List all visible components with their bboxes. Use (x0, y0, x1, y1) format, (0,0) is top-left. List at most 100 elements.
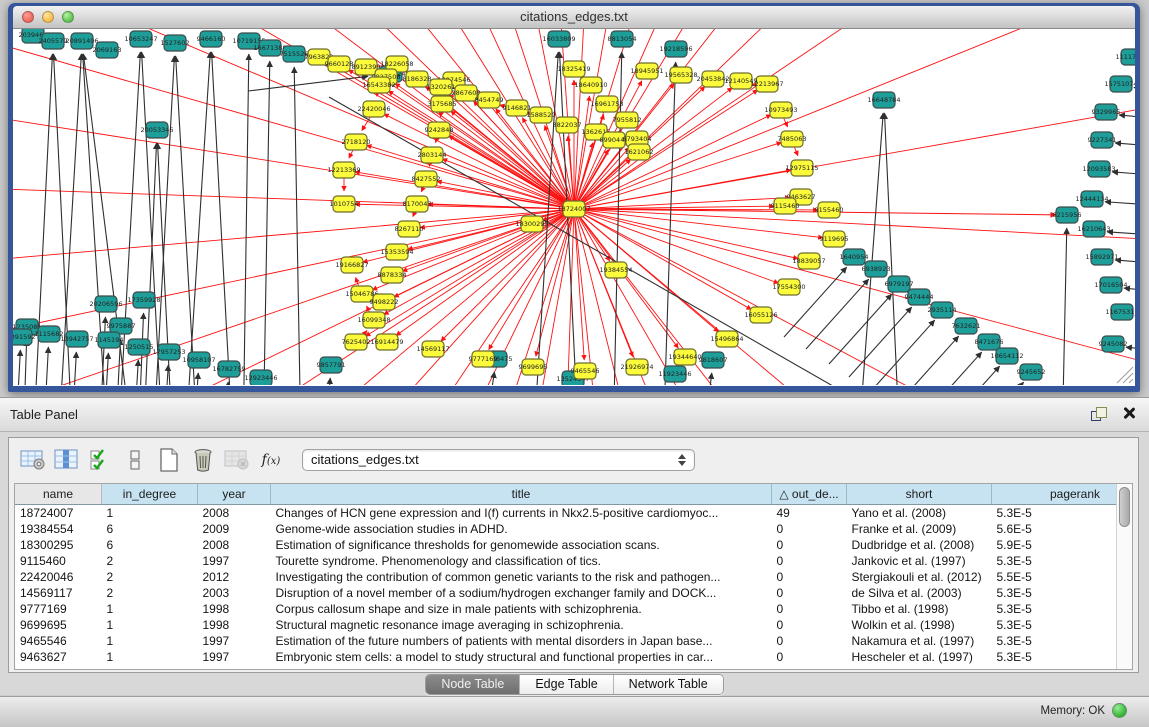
table-cell[interactable]: 0 (772, 569, 847, 585)
table-cell[interactable]: 5.3E-5 (992, 601, 1117, 617)
network-node[interactable]: 15353594 (380, 244, 413, 260)
network-node[interactable]: 2803144 (418, 147, 447, 163)
table-cell[interactable]: Jankovic et al. (1997) (847, 553, 992, 569)
table-cell[interactable]: 1 (102, 505, 198, 522)
table-cell[interactable]: 2 (102, 585, 198, 601)
network-node[interactable]: 8878334 (378, 267, 407, 283)
network-node[interactable]: 9498222 (370, 294, 399, 310)
table-settings-icon[interactable] (18, 445, 48, 475)
zoom-button[interactable] (62, 11, 74, 23)
network-node[interactable]: 9699695 (519, 359, 548, 375)
network-node[interactable]: 12923446 (244, 370, 277, 385)
table-cell[interactable]: 9699695 (15, 617, 102, 633)
table-cell[interactable]: Stergiakouli et al. (2012) (847, 569, 992, 585)
network-node[interactable]: 21926974 (620, 359, 653, 375)
table-cell[interactable]: Estimation of the future numbers of pati… (271, 633, 772, 649)
table-cell[interactable]: 0 (772, 601, 847, 617)
table-cell[interactable]: 5.5E-5 (992, 569, 1117, 585)
network-node[interactable]: 6938923 (862, 261, 891, 277)
table-cell[interactable]: 1997 (198, 649, 271, 665)
table-cell[interactable]: 14569117 (15, 585, 102, 601)
table-cell[interactable]: 0 (772, 553, 847, 569)
network-node[interactable]: 18945951 (630, 63, 663, 79)
table-cell[interactable]: 6 (102, 521, 198, 537)
column-header-name[interactable]: name (15, 484, 102, 505)
network-node[interactable]: 1621062 (625, 144, 654, 160)
network-node[interactable]: 8454749 (475, 92, 504, 108)
table-row[interactable]: 1830029562008Estimation of significance … (15, 537, 1116, 553)
network-node[interactable]: 10653247 (124, 31, 157, 47)
tab-edge-table[interactable]: Edge Table (520, 675, 613, 694)
table-cell[interactable]: Tibbo et al. (1998) (847, 601, 992, 617)
table-cell[interactable]: 2003 (198, 585, 271, 601)
table-row[interactable]: 946362711997Embryonic stem cells: a mode… (15, 649, 1116, 665)
network-node[interactable]: 7485063 (778, 131, 807, 147)
column-header-out_de[interactable]: △ out_de... (772, 484, 847, 505)
network-node[interactable]: 9119695 (820, 231, 849, 247)
table-cell[interactable]: 19384554 (15, 521, 102, 537)
network-node[interactable]: 19565328 (664, 67, 697, 83)
network-node[interactable]: 2935114 (928, 302, 957, 318)
network-window-titlebar[interactable]: citations_edges.txt (13, 6, 1135, 29)
network-node[interactable]: 9818607 (699, 352, 728, 368)
network-node[interactable]: 16099348 (357, 312, 390, 328)
minimize-button[interactable] (42, 11, 54, 23)
table-cell[interactable]: 6 (102, 537, 198, 553)
network-node[interactable]: 8170043 (403, 196, 432, 212)
table-cell[interactable]: 49 (772, 505, 847, 522)
table-cell[interactable]: 2009 (198, 521, 271, 537)
table-cell[interactable]: Corpus callosum shape and size in male p… (271, 601, 772, 617)
network-node[interactable]: 11675317 (1105, 304, 1135, 320)
network-node[interactable]: 16782759 (212, 361, 245, 377)
network-node[interactable]: 9227341 (1088, 132, 1117, 148)
table-cell[interactable]: 5.3E-5 (992, 617, 1117, 633)
table-cell[interactable]: 5.3E-5 (992, 505, 1117, 522)
network-node[interactable]: 2405579 (39, 33, 68, 49)
network-node[interactable]: 9474444 (905, 289, 934, 305)
network-node[interactable]: 7625402 (342, 334, 371, 350)
network-node[interactable]: 17554300 (772, 279, 805, 295)
table-row[interactable]: 1456911722003Disruption of a novel membe… (15, 585, 1116, 601)
network-node[interactable]: 16055126 (744, 307, 777, 323)
network-node[interactable]: 9777169 (469, 351, 498, 367)
table-cell[interactable]: Estimation of significance thresholds fo… (271, 537, 772, 553)
table-cell[interactable]: Investigating the contribution of common… (271, 569, 772, 585)
network-node[interactable]: 7955812 (613, 112, 642, 128)
table-selector-dropdown[interactable]: citations_edges.txt (302, 449, 695, 471)
column-header-pagerank[interactable]: pagerank (992, 484, 1117, 505)
table-row[interactable]: 2242004622012Investigating the contribut… (15, 569, 1116, 585)
table-cell[interactable]: 9777169 (15, 601, 102, 617)
new-table-icon[interactable] (154, 445, 184, 475)
network-node[interactable]: 9465546 (571, 363, 600, 379)
network-node[interactable]: 9329965 (1092, 104, 1121, 120)
network-canvas[interactable]: 2039464240557920891406206916310653247152… (13, 29, 1135, 386)
network-node[interactable]: 9857791 (317, 357, 346, 373)
network-node[interactable]: 19344640 (668, 349, 701, 365)
select-rows-icon[interactable] (86, 445, 116, 475)
table-cell[interactable]: 1 (102, 601, 198, 617)
table-cell[interactable]: Genome-wide association studies in ADHD. (271, 521, 772, 537)
table-row[interactable]: 946554611997Estimation of the future num… (15, 633, 1116, 649)
table-row[interactable]: 911546021997Tourette syndrome. Phenomeno… (15, 553, 1116, 569)
column-header-year[interactable]: year (198, 484, 271, 505)
network-node[interactable]: 9115460 (771, 198, 800, 214)
table-cell[interactable]: 1997 (198, 553, 271, 569)
network-node[interactable]: 3175685 (428, 96, 457, 112)
network-node[interactable]: 16033809 (542, 31, 575, 47)
network-node[interactable]: 1250515 (125, 339, 154, 355)
vertical-scrollbar[interactable] (1116, 484, 1132, 669)
column-chooser-icon[interactable] (52, 445, 82, 475)
close-button[interactable] (22, 11, 34, 23)
network-node[interactable]: 8813054 (608, 31, 637, 47)
table-cell[interactable]: 0 (772, 633, 847, 649)
float-panel-icon[interactable] (1091, 407, 1107, 421)
canvas-resize-grip[interactable] (1117, 367, 1133, 383)
network-node[interactable]: 11117234 (1115, 49, 1135, 65)
network-node[interactable]: 9242848 (425, 122, 454, 138)
table-cell[interactable]: 2008 (198, 505, 271, 522)
network-node[interactable]: 11923446 (658, 366, 691, 382)
network-node[interactable]: 1527602 (161, 35, 190, 51)
network-node[interactable]: 19384554 (599, 262, 632, 278)
network-node[interactable]: 10958107 (182, 352, 215, 368)
table-cell[interactable]: 9463627 (15, 649, 102, 665)
